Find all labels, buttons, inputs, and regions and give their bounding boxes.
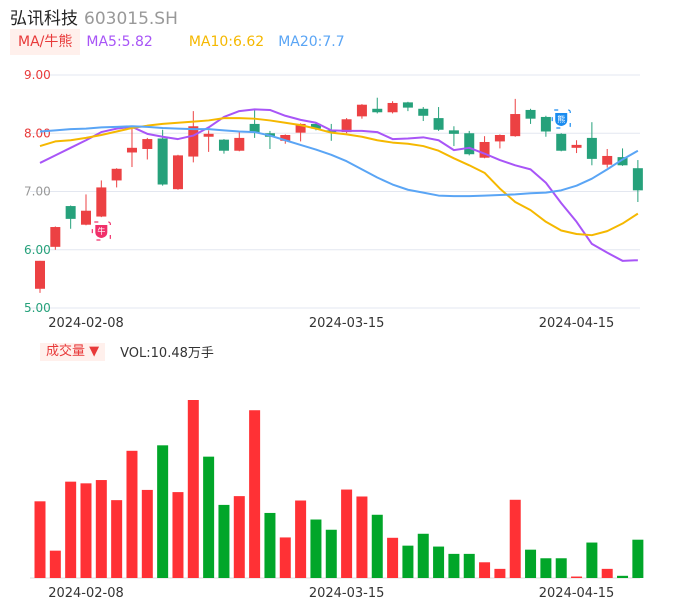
candle-body bbox=[510, 114, 521, 137]
bear-marker-label: 熊 bbox=[557, 114, 565, 124]
candle-body bbox=[203, 133, 214, 137]
ma10-line bbox=[39, 117, 639, 237]
candle-body bbox=[402, 102, 413, 108]
ma5-line bbox=[39, 108, 638, 262]
candle-body bbox=[50, 227, 61, 247]
volume-bar bbox=[65, 481, 77, 578]
candle-body bbox=[387, 102, 398, 113]
candle-body bbox=[556, 133, 567, 151]
volume-bar bbox=[341, 489, 353, 578]
volume-x-tick-label: 2024-02-08 bbox=[48, 586, 124, 601]
volume-bar bbox=[509, 499, 521, 578]
volume-bar bbox=[111, 500, 123, 578]
candle-body bbox=[111, 168, 122, 181]
candle-body bbox=[35, 260, 45, 289]
volume-bar bbox=[49, 550, 61, 578]
candle-body bbox=[234, 137, 245, 151]
volume-bar bbox=[433, 546, 445, 578]
x-tick-label: 2024-03-15 bbox=[309, 316, 385, 331]
volume-bar bbox=[279, 537, 291, 578]
y-tick-label: 6.00 bbox=[24, 243, 51, 257]
volume-bar bbox=[187, 400, 199, 578]
volume-bar bbox=[463, 553, 475, 578]
volume-bar bbox=[203, 456, 215, 578]
volume-bar bbox=[371, 514, 383, 578]
volume-bar bbox=[586, 542, 598, 578]
volume-bar bbox=[555, 558, 567, 578]
volume-bar bbox=[448, 553, 460, 578]
candle-body bbox=[540, 116, 551, 132]
volume-bar bbox=[126, 450, 138, 578]
volume-bar bbox=[540, 558, 552, 578]
volume-bar bbox=[356, 496, 368, 578]
volume-bar bbox=[95, 480, 107, 578]
volume-bar bbox=[233, 496, 245, 578]
volume-bar bbox=[295, 500, 307, 578]
x-tick-label: 2024-02-08 bbox=[48, 316, 124, 331]
volume-bar bbox=[157, 445, 169, 578]
kline-chart[interactable]: 9.008.007.006.005.002024-02-082024-02-08… bbox=[0, 0, 686, 606]
candle-body bbox=[418, 108, 429, 116]
volume-bar bbox=[387, 537, 399, 578]
volume-bar bbox=[249, 410, 261, 578]
y-tick-label: 7.00 bbox=[24, 185, 51, 199]
candle-body bbox=[218, 139, 229, 151]
volume-bar bbox=[494, 568, 506, 578]
y-tick-label: 8.00 bbox=[24, 126, 51, 140]
candle-body bbox=[464, 133, 475, 155]
volume-bar bbox=[571, 576, 583, 578]
volume-bar bbox=[479, 562, 491, 578]
candle-body bbox=[96, 187, 107, 217]
candle-body bbox=[602, 155, 613, 165]
y-tick-label: 5.00 bbox=[24, 301, 51, 315]
candle-body bbox=[632, 168, 643, 191]
volume-bar bbox=[80, 483, 92, 578]
candle-body bbox=[172, 155, 183, 190]
candle-body bbox=[80, 210, 91, 225]
volume-bar bbox=[141, 489, 153, 578]
candle-body bbox=[433, 118, 444, 130]
candle-body bbox=[142, 139, 153, 149]
volume-bar bbox=[310, 519, 322, 578]
volume-bar bbox=[417, 533, 429, 578]
candle-body bbox=[494, 134, 505, 142]
candle-body bbox=[188, 126, 199, 157]
x-tick-label: 2024-04-15 bbox=[539, 316, 615, 331]
volume-bar bbox=[601, 568, 613, 578]
candle-body bbox=[157, 138, 168, 185]
volume-bar bbox=[325, 529, 337, 578]
volume-bar bbox=[172, 492, 184, 578]
volume-bar bbox=[264, 512, 276, 578]
candle-body bbox=[586, 137, 597, 159]
volume-bar bbox=[632, 539, 644, 578]
volume-bar bbox=[617, 575, 629, 578]
candle-body bbox=[525, 109, 536, 119]
bull-marker-label: 牛 bbox=[97, 226, 105, 236]
candle-body bbox=[356, 104, 367, 117]
volume-bar bbox=[34, 501, 46, 578]
volume-bar bbox=[218, 504, 230, 578]
volume-bar bbox=[402, 545, 414, 578]
candle-body bbox=[448, 130, 459, 134]
volume-bar bbox=[525, 549, 537, 578]
volume-x-tick-label: 2024-03-15 bbox=[309, 586, 385, 601]
volume-x-tick-label: 2024-04-15 bbox=[539, 586, 615, 601]
y-tick-label: 9.00 bbox=[24, 68, 51, 82]
candle-body bbox=[65, 206, 76, 219]
candle-body bbox=[372, 108, 383, 113]
candle-body bbox=[126, 147, 137, 153]
candle-body bbox=[571, 144, 582, 148]
